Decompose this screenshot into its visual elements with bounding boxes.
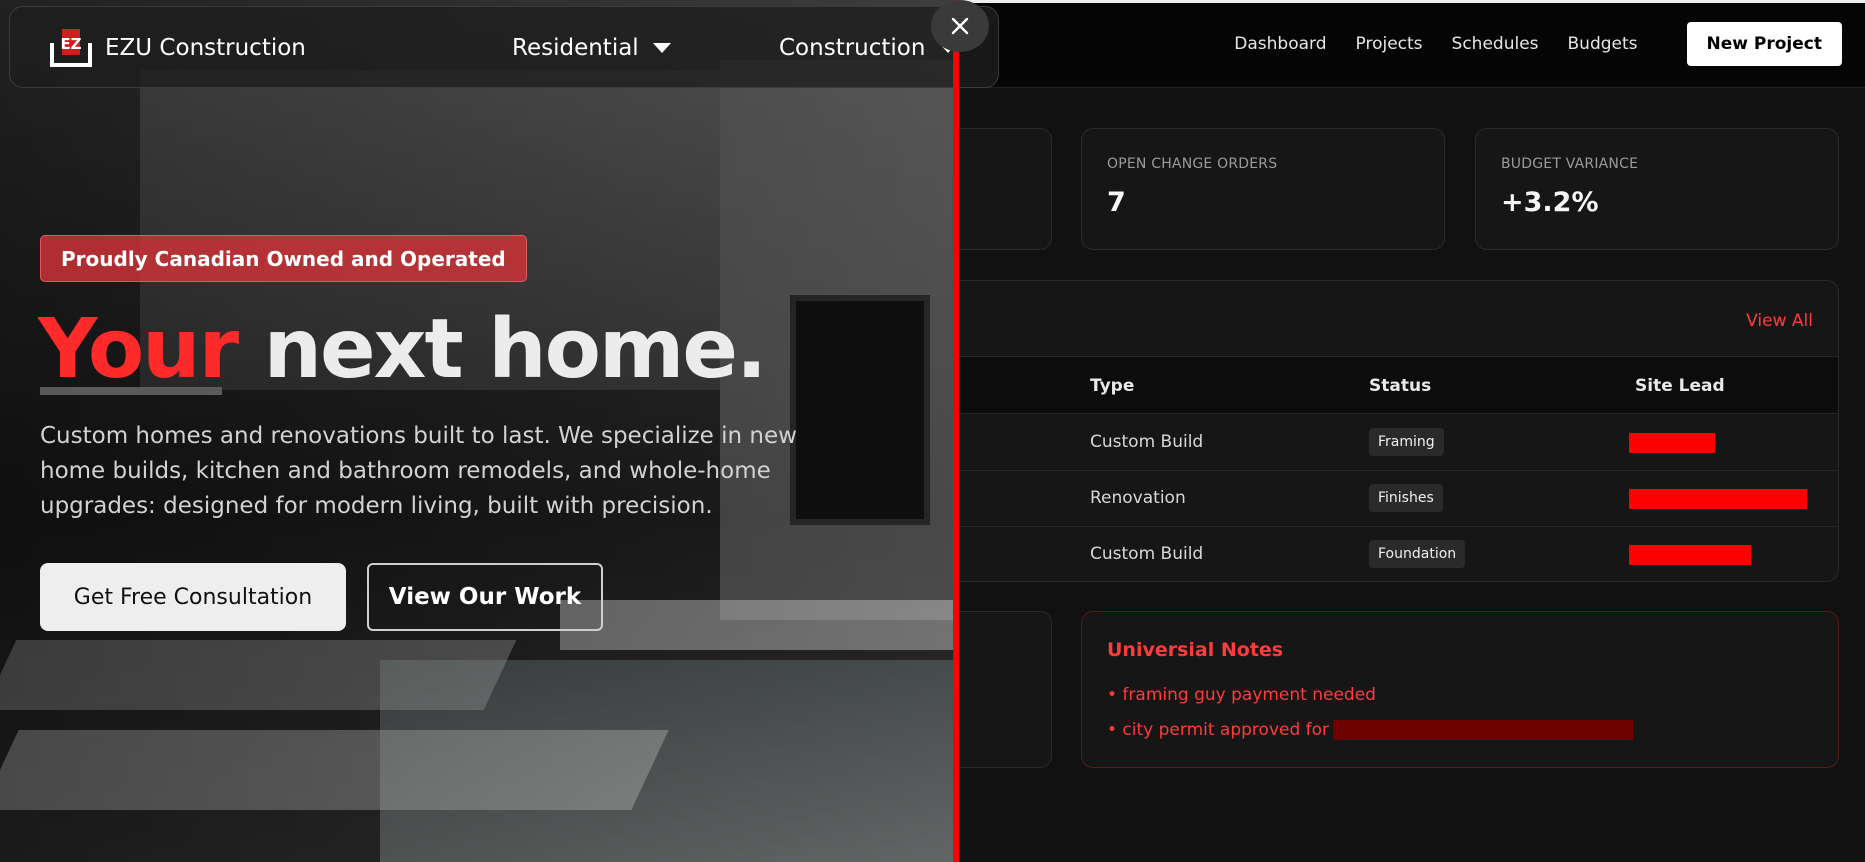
stat-card-budget-variance: BUDGET VARIANCE +3.2% <box>1475 128 1839 250</box>
nav-dashboard[interactable]: Dashboard <box>1234 34 1326 54</box>
stat-value: 7 <box>1107 187 1126 218</box>
column-header-site-lead: Site Lead <box>1635 376 1725 396</box>
nav-residential-label: Residential <box>512 35 639 61</box>
tagline-badge: Proudly Canadian Owned and Operated <box>40 235 527 282</box>
dashboard-nav: Dashboard Projects Schedules Budgets New… <box>1234 22 1842 66</box>
split-divider-handle[interactable] <box>953 0 959 862</box>
column-header-type: Type <box>1090 376 1135 396</box>
hero-panel: Proudly Canadian Owned and Operated Your… <box>0 0 955 862</box>
note-text: • city permit approved for <box>1107 720 1330 740</box>
redacted-note-text <box>1333 720 1634 740</box>
cell-type: Renovation <box>1090 488 1186 508</box>
nav-residential[interactable]: Residential <box>512 35 671 61</box>
hero-headline: Your next home. <box>38 302 768 397</box>
redacted-site-lead <box>1629 433 1715 453</box>
note-text: • framing guy payment needed <box>1107 685 1376 705</box>
note-item: • city permit approved for <box>1107 720 1634 740</box>
status-badge: Foundation <box>1369 540 1466 568</box>
nav-construction-label: Construction <box>779 35 926 61</box>
hero-navbar: EZ EZU Construction Residential Construc… <box>9 6 999 88</box>
stat-value: +3.2% <box>1501 187 1599 218</box>
column-header-status: Status <box>1369 376 1432 396</box>
redacted-site-lead <box>1629 489 1807 509</box>
ezu-logo-icon[interactable]: EZ <box>50 29 92 67</box>
stat-label: OPEN CHANGE ORDERS <box>1107 156 1278 172</box>
stat-card-change-orders: OPEN CHANGE ORDERS 7 <box>1081 128 1445 250</box>
brand-name[interactable]: EZU Construction <box>105 35 306 61</box>
notes-card: Universial Notes • framing guy payment n… <box>1081 611 1839 768</box>
headline-accent: Your <box>38 302 239 397</box>
redacted-site-lead <box>1629 545 1751 565</box>
caret-down-icon <box>652 43 671 53</box>
cell-type: Custom Build <box>1090 432 1204 452</box>
nav-budgets[interactable]: Budgets <box>1568 34 1638 54</box>
nav-construction[interactable]: Construction <box>779 35 958 61</box>
notes-title: Universial Notes <box>1107 639 1284 661</box>
headline-rest: next home. <box>237 302 768 397</box>
status-badge: Finishes <box>1369 484 1443 512</box>
stat-label: BUDGET VARIANCE <box>1501 156 1639 172</box>
new-project-button[interactable]: New Project <box>1686 22 1842 66</box>
close-button[interactable] <box>931 0 989 52</box>
svg-text:EZ: EZ <box>60 35 81 53</box>
nav-schedules[interactable]: Schedules <box>1452 34 1539 54</box>
get-free-consultation-button[interactable]: Get Free Consultation <box>40 563 346 631</box>
view-our-work-button[interactable]: View Our Work <box>367 563 603 631</box>
view-all-link[interactable]: View All <box>1746 311 1813 331</box>
nav-projects[interactable]: Projects <box>1356 34 1423 54</box>
hero-description: Custom homes and renovations built to la… <box>40 423 797 519</box>
cell-type: Custom Build <box>1090 544 1204 564</box>
note-item: • framing guy payment needed <box>1107 685 1376 705</box>
status-badge: Framing <box>1369 428 1444 456</box>
close-icon <box>951 17 969 35</box>
